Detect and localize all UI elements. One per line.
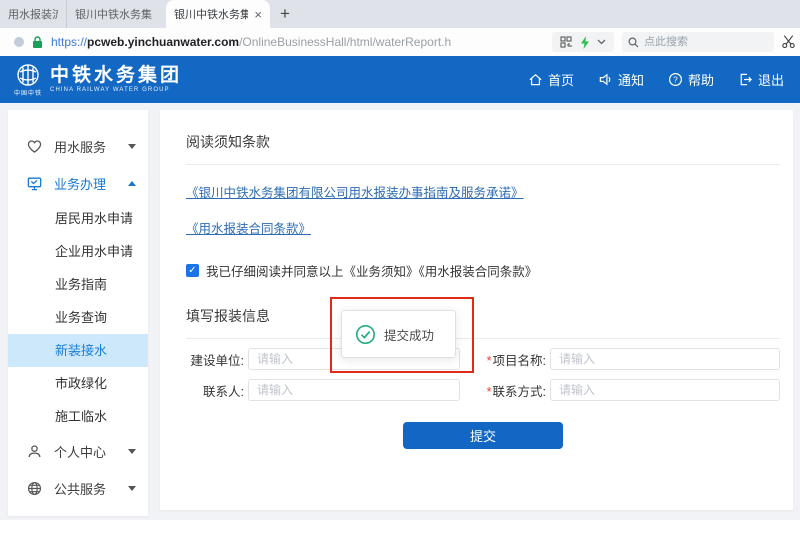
globe-icon	[26, 480, 43, 497]
heart-icon	[26, 138, 43, 155]
main-content: 阅读须知条款 《银川中铁水务集团有限公司用水报装办事指南及服务承诺》 《用水报装…	[160, 110, 793, 510]
chevron-down-icon	[128, 144, 136, 149]
chevron-down-icon	[128, 486, 136, 491]
contact-method-label: *联系方式:	[470, 381, 546, 400]
tab-yinchuan-water-2-active[interactable]: 银川中铁水务集 ×	[166, 0, 270, 28]
construction-unit-label: 建设单位:	[186, 350, 244, 369]
tab-water-install-process[interactable]: 用水报装流程_	[0, 0, 66, 28]
sidebar-item-public-services[interactable]: 公共服务	[8, 470, 148, 507]
site-favicon	[14, 37, 24, 47]
home-icon	[528, 72, 543, 87]
lightning-icon[interactable]	[580, 36, 590, 49]
project-name-label: *项目名称:	[470, 350, 546, 369]
app-header: 中国中铁 中铁水务集团 CHINA RAILWAY WATER GROUP 首页…	[0, 56, 800, 103]
tab-yinchuan-water-1[interactable]: 银川中铁水务集	[66, 0, 166, 28]
logout-icon	[738, 72, 753, 87]
installation-form: 建设单位: *项目名称: 联系人: *联系方式: 提交	[186, 348, 780, 449]
sidebar-subitem-municipal-greening[interactable]: 市政绿化	[8, 367, 148, 400]
contact-method-input[interactable]	[550, 379, 780, 401]
tab-close-icon[interactable]: ×	[254, 8, 262, 21]
brand-subtitle: CHINA RAILWAY WATER GROUP	[50, 87, 182, 93]
url-path: /OnlineBusinessHall/html/waterReport.htm…	[239, 35, 451, 49]
toast-message: 提交成功	[384, 325, 434, 344]
chevron-down-icon	[128, 449, 136, 454]
sidebar-item-label: 个人中心	[54, 442, 128, 461]
form-section-title: 填写报装信息	[186, 280, 780, 326]
screenshot-scissors-icon[interactable]	[781, 34, 796, 49]
link-service-guide[interactable]: 《银川中铁水务集团有限公司用水报装办事指南及服务承诺》	[186, 182, 524, 201]
url-scheme: https://	[51, 35, 87, 49]
project-name-input[interactable]	[550, 348, 780, 370]
sidebar-item-personal-center[interactable]: 个人中心	[8, 433, 148, 470]
url-domain: pcweb.yinchuanwater.com	[87, 35, 239, 49]
submit-button[interactable]: 提交	[403, 422, 563, 449]
nav-label: 首页	[548, 70, 574, 89]
nav-label: 退出	[758, 70, 784, 89]
sidebar-item-business-handling[interactable]: 业务办理	[8, 165, 148, 202]
form-row: 联系人: *联系方式:	[186, 379, 780, 401]
sidebar-subitem-business-query[interactable]: 业务查询	[8, 301, 148, 334]
divider	[186, 164, 780, 165]
lock-icon	[32, 36, 43, 49]
url-tools-group	[552, 32, 614, 52]
sidebar-subitem-resident-water-application[interactable]: 居民用水申请	[8, 202, 148, 235]
search-input[interactable]	[644, 36, 762, 48]
nav-label: 通知	[618, 70, 644, 89]
svg-text:?: ?	[673, 75, 678, 84]
brand-logo: 中国中铁	[14, 63, 42, 97]
browser-search-box[interactable]	[622, 32, 774, 52]
tab-label: 银川中铁水务集	[174, 6, 248, 22]
success-toast: 提交成功	[341, 310, 456, 358]
notice-section-title: 阅读须知条款	[186, 110, 780, 152]
divider	[186, 338, 780, 339]
sidebar-menu: 用水服务 业务办理 居民用水申请 企业用水申请 业务指南 业务查询 新装接水 市…	[8, 110, 148, 516]
link-contract-terms[interactable]: 《用水报装合同条款》	[186, 218, 311, 237]
sidebar-item-water-services[interactable]: 用水服务	[8, 128, 148, 165]
sidebar-subitem-enterprise-water-application[interactable]: 企业用水申请	[8, 235, 148, 268]
tab-label: 银川中铁水务集	[75, 6, 158, 22]
user-icon	[26, 443, 43, 460]
agree-label: 我已仔细阅读并同意以上《业务须知》《用水报装合同条款》	[206, 261, 537, 280]
search-icon	[628, 37, 639, 48]
nav-help[interactable]: ? 帮助	[668, 70, 714, 89]
tab-label: 用水报装流程_	[8, 6, 58, 22]
sidebar-item-label: 业务办理	[54, 174, 128, 193]
nav-label: 帮助	[688, 70, 714, 89]
agreement-row: ✓ 我已仔细阅读并同意以上《业务须知》《用水报装合同条款》	[186, 261, 780, 280]
sidebar-subitem-new-water-connection[interactable]: 新装接水	[8, 334, 148, 367]
emblem-caption: 中国中铁	[14, 88, 42, 97]
form-row: 建设单位: *项目名称:	[186, 348, 780, 370]
sidebar-subitem-business-guide[interactable]: 业务指南	[8, 268, 148, 301]
chevron-up-icon	[128, 181, 136, 186]
nav-logout[interactable]: 退出	[738, 70, 784, 89]
brand-title: 中铁水务集团	[50, 66, 182, 86]
required-mark: *	[487, 354, 492, 368]
sidebar-item-label: 用水服务	[54, 137, 128, 156]
nav-home[interactable]: 首页	[528, 70, 574, 89]
brand: 中国中铁 中铁水务集团 CHINA RAILWAY WATER GROUP	[14, 63, 182, 97]
browser-url-bar: https://pcweb.yinchuanwater.com/OnlineBu…	[0, 28, 800, 56]
new-tab-button[interactable]: +	[270, 0, 300, 28]
sidebar-subitem-construction-temp-water[interactable]: 施工临水	[8, 400, 148, 433]
contact-person-input[interactable]	[248, 379, 460, 401]
address-url[interactable]: https://pcweb.yinchuanwater.com/OnlineBu…	[51, 35, 451, 49]
required-mark: *	[487, 385, 492, 399]
agree-checkbox[interactable]: ✓	[186, 264, 199, 277]
header-nav: 首页 通知 ? 帮助 退出	[528, 56, 784, 103]
browser-tab-bar: 用水报装流程_ 银川中铁水务集 银川中铁水务集 × +	[0, 0, 800, 28]
check-circle-icon	[355, 324, 376, 345]
nav-notifications[interactable]: 通知	[598, 70, 644, 89]
chevron-down-icon[interactable]	[597, 39, 606, 45]
monitor-icon	[26, 175, 43, 192]
sidebar-item-label: 公共服务	[54, 479, 128, 498]
speaker-icon	[598, 72, 613, 87]
qr-code-icon[interactable]	[560, 36, 572, 48]
help-icon: ?	[668, 72, 683, 87]
contact-person-label: 联系人:	[186, 381, 244, 400]
